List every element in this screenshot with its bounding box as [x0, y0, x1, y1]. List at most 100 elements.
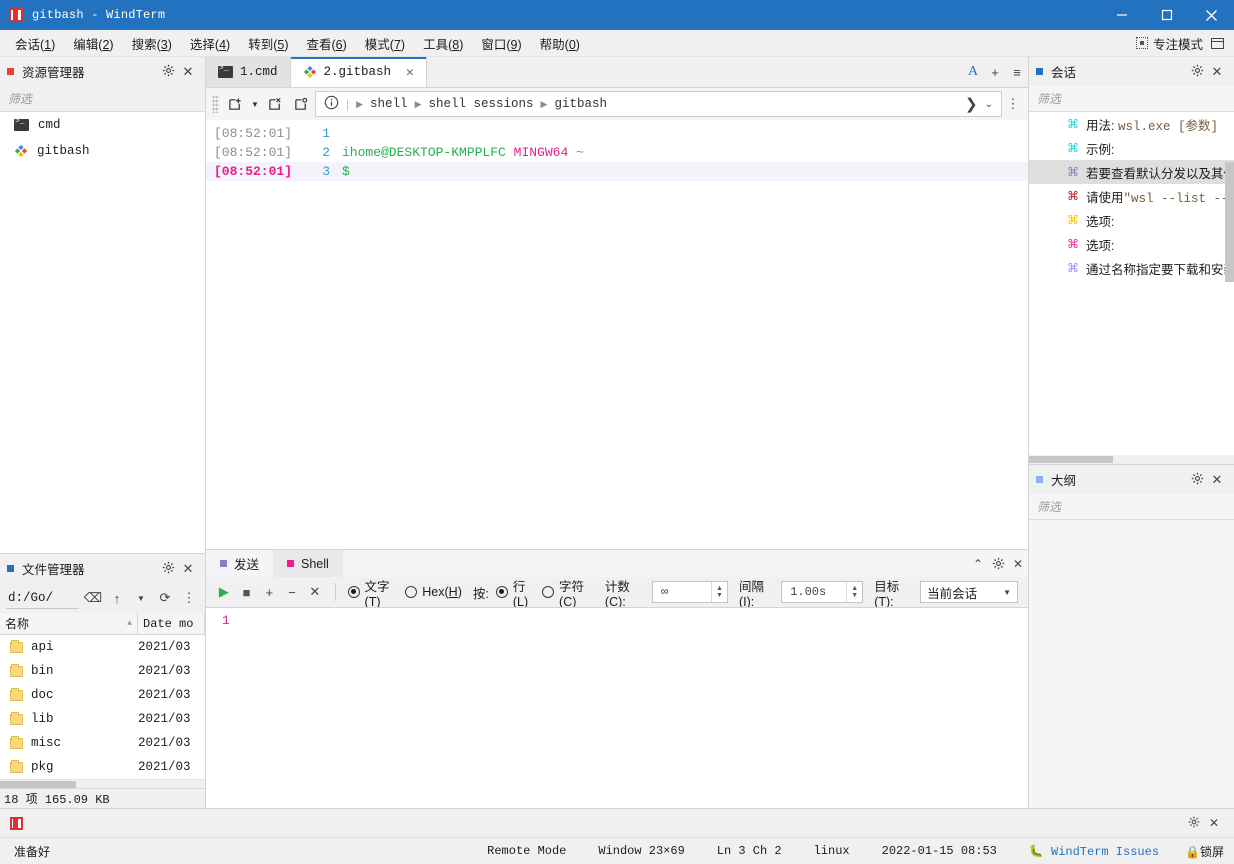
scrollbar-thumb[interactable]	[0, 781, 76, 788]
sessions-gear-icon[interactable]	[1187, 64, 1207, 80]
chevron-up-icon[interactable]: ⌃	[968, 550, 988, 577]
outline-close-icon[interactable]: ✕	[1207, 472, 1227, 488]
sessions-filter-input[interactable]: 筛选	[1029, 86, 1234, 112]
table-row[interactable]: pkg 2021/03	[0, 755, 205, 779]
outline-gear-icon[interactable]	[1187, 472, 1207, 488]
explorer-item-cmd[interactable]: cmd	[0, 112, 205, 138]
chevron-down-icon[interactable]: ⌄	[985, 99, 993, 110]
tab-cmd[interactable]: 1.cmd	[206, 57, 291, 87]
menu-item-window[interactable]: 窗口(9)	[472, 30, 530, 57]
explorer-gear-icon[interactable]	[158, 64, 178, 80]
table-row[interactable]: misc 2021/03	[0, 731, 205, 755]
send-editor[interactable]: 1	[206, 607, 1028, 808]
breadcrumb[interactable]: | ▶ shell ▶ shell sessions ▶ gitbash ❯ ⌄	[315, 91, 1002, 117]
maximize-button[interactable]	[1144, 0, 1189, 30]
status-cursor-position[interactable]: Ln 3 Ch 2	[701, 844, 798, 858]
menu-item-select[interactable]: 选择(4)	[181, 30, 239, 57]
table-row[interactable]: doc 2021/03	[0, 683, 205, 707]
file-manager-gear-icon[interactable]	[158, 561, 178, 577]
minus-icon[interactable]: −	[284, 585, 300, 600]
column-header-date[interactable]: Date mo	[138, 613, 205, 634]
close-tab-icon[interactable]	[263, 92, 287, 116]
history-dropdown-icon[interactable]: ▼	[131, 594, 151, 603]
interval-stepper-arrows[interactable]: ▲ ▼	[846, 582, 862, 602]
menu-item-goto[interactable]: 转到(5)	[239, 30, 297, 57]
menu-item-view[interactable]: 查看(6)	[297, 30, 355, 57]
radio-text-mode[interactable]: 文字(T)	[347, 576, 399, 609]
file-manager-close-icon[interactable]: ✕	[178, 561, 198, 577]
menu-item-search[interactable]: 搜索(3)	[123, 30, 181, 57]
layout-toggle-icon[interactable]	[1211, 37, 1224, 49]
table-row[interactable]: api 2021/03	[0, 635, 205, 659]
file-table-hscrollbar[interactable]	[0, 779, 205, 788]
sessions-vscrollbar-thumb[interactable]	[1225, 162, 1234, 282]
plus-icon[interactable]: +	[261, 585, 277, 600]
sessions-close-icon[interactable]: ✕	[1207, 64, 1227, 80]
list-item[interactable]: ⌘ 通过名称指定要下载和安装	[1029, 256, 1234, 280]
menu-item-mode[interactable]: 模式(7)	[356, 30, 414, 57]
outline-filter-input[interactable]: 筛选	[1029, 494, 1234, 520]
list-item[interactable]: ⌘ 选项:	[1029, 232, 1234, 256]
restore-tab-icon[interactable]	[289, 92, 313, 116]
list-item-selected[interactable]: ⌘ 若要查看默认分发以及其他	[1029, 160, 1234, 184]
status-issues-link[interactable]: 🐛 WindTerm Issues	[1013, 844, 1169, 859]
count-value[interactable]: ∞	[653, 585, 711, 599]
menu-item-help[interactable]: 帮助(0)	[531, 30, 589, 57]
new-tab-button[interactable]: +	[984, 57, 1006, 87]
menu-item-edit[interactable]: 编辑(2)	[64, 30, 122, 57]
interval-stepper[interactable]: 1.00s ▲ ▼	[781, 581, 864, 603]
status-window-size[interactable]: Window 23×69	[582, 844, 700, 858]
radio-by-line[interactable]: 行(L)	[495, 576, 535, 609]
tab-menu-button[interactable]: ≡	[1006, 57, 1028, 87]
table-row[interactable]: bin 2021/03	[0, 659, 205, 683]
focus-mode-button[interactable]: 专注模式	[1135, 34, 1211, 53]
tab-shell[interactable]: Shell	[273, 550, 343, 577]
chevron-down-icon[interactable]: ▼	[249, 92, 261, 116]
interval-value[interactable]: 1.00s	[782, 585, 846, 599]
terminal-output[interactable]: [08:52:01] 1 [08:52:01] 2 ihome@DESKTOP-…	[206, 120, 1028, 549]
sessions-hscrollbar[interactable]	[1029, 455, 1234, 464]
font-size-button[interactable]: A	[962, 57, 984, 87]
close-button[interactable]	[1189, 0, 1234, 30]
send-panel-gear-icon[interactable]	[988, 550, 1008, 577]
list-item[interactable]: ⌘ 示例:	[1029, 136, 1234, 160]
toolbar-grip[interactable]	[212, 95, 219, 113]
clear-icon[interactable]: ✕	[307, 584, 323, 600]
stop-icon[interactable]: ■	[239, 585, 255, 600]
more-vertical-icon[interactable]: ⋮	[1004, 96, 1022, 112]
breadcrumb-item-shell[interactable]: shell	[370, 97, 408, 111]
list-item[interactable]: ⌘ 选项:	[1029, 208, 1234, 232]
tab-close-icon[interactable]: ✕	[406, 65, 414, 80]
tab-gitbash[interactable]: 2.gitbash ✕	[290, 57, 427, 87]
status-lock-button[interactable]: 🔒锁屏	[1169, 843, 1224, 860]
count-stepper-arrows[interactable]: ▲ ▼	[710, 582, 727, 602]
radio-by-char[interactable]: 字符(C)	[542, 576, 594, 609]
breadcrumb-item-gitbash[interactable]: gitbash	[554, 97, 607, 111]
count-stepper[interactable]: ∞ ▲ ▼	[651, 581, 728, 603]
chevron-right-icon[interactable]: ❯	[965, 95, 978, 113]
play-icon[interactable]: ▶	[216, 584, 232, 600]
explorer-filter-input[interactable]: 筛选	[0, 86, 205, 112]
status-platform[interactable]: linux	[798, 844, 866, 858]
explorer-item-gitbash[interactable]: gitbash	[0, 138, 205, 164]
list-item[interactable]: ⌘ 请使用"wsl --list --o	[1029, 184, 1234, 208]
radio-hex-mode[interactable]: Hex(H)	[405, 585, 462, 599]
refresh-icon[interactable]: ⟳	[155, 590, 175, 606]
path-input[interactable]: d:/Go/	[6, 588, 79, 609]
parent-folder-icon[interactable]: ↑	[107, 591, 127, 606]
info-icon[interactable]	[324, 95, 339, 113]
tab-send[interactable]: 发送	[206, 550, 273, 577]
minimize-button[interactable]	[1099, 0, 1144, 30]
send-panel-close-icon[interactable]: ✕	[1008, 550, 1028, 577]
list-item[interactable]: ⌘ 用法: wsl.exe [参数]	[1029, 112, 1234, 136]
new-tab-icon[interactable]	[223, 92, 247, 116]
windterm-logo-icon[interactable]	[10, 816, 23, 830]
status-remote-mode[interactable]: Remote Mode	[471, 844, 582, 858]
target-select[interactable]: 当前会话 ▼	[920, 581, 1018, 603]
explorer-close-icon[interactable]: ✕	[178, 64, 198, 80]
breadcrumb-item-shell-sessions[interactable]: shell sessions	[428, 97, 533, 111]
file-manager-more-icon[interactable]: ⋮	[179, 590, 199, 606]
menu-item-tools[interactable]: 工具(8)	[414, 30, 472, 57]
status-gear-icon[interactable]	[1184, 816, 1204, 831]
clear-path-icon[interactable]: ⌫	[83, 590, 103, 606]
